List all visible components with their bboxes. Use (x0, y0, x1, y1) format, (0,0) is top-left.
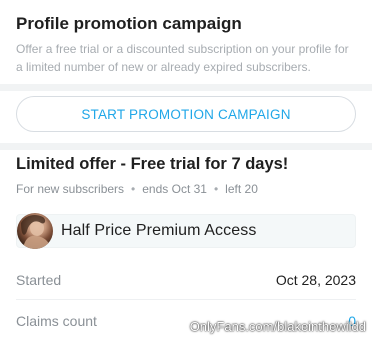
section-divider (0, 84, 372, 91)
promotion-title: Profile promotion campaign (16, 14, 242, 33)
offer-meta: For new subscribers • ends Oct 31 • left… (16, 182, 356, 196)
start-promotion-button[interactable]: START PROMOTION CAMPAIGN (16, 96, 356, 132)
row-divider (16, 299, 356, 300)
meta-separator: • (213, 182, 219, 196)
offer-plan-chip[interactable]: Half Price Premium Access (16, 213, 356, 249)
started-label: Started (16, 272, 62, 288)
offer-left: left 20 (225, 182, 258, 196)
offer-title: Limited offer - Free trial for 7 days! (16, 155, 289, 173)
watermark: OnlyFans.com/blakeinthewildd (189, 319, 366, 334)
promotion-section: Profile promotion campaign Offer a free … (0, 0, 372, 82)
promotion-description: Offer a free trial or a discounted subsc… (16, 42, 349, 74)
profile-avatar-icon (17, 213, 53, 249)
start-promotion-wrapper: START PROMOTION CAMPAIGN (16, 96, 356, 132)
section-divider (0, 143, 372, 150)
started-row: Started Oct 28, 2023 (16, 272, 356, 288)
plan-name: Half Price Premium Access (61, 222, 257, 239)
offer-section: Limited offer - Free trial for 7 days! F… (16, 154, 356, 196)
claims-label: Claims count (16, 313, 97, 329)
started-value: Oct 28, 2023 (275, 272, 356, 288)
meta-separator: • (131, 182, 136, 196)
offer-ends: ends Oct 31 (142, 182, 207, 196)
offer-audience: For new subscribers (16, 182, 125, 196)
